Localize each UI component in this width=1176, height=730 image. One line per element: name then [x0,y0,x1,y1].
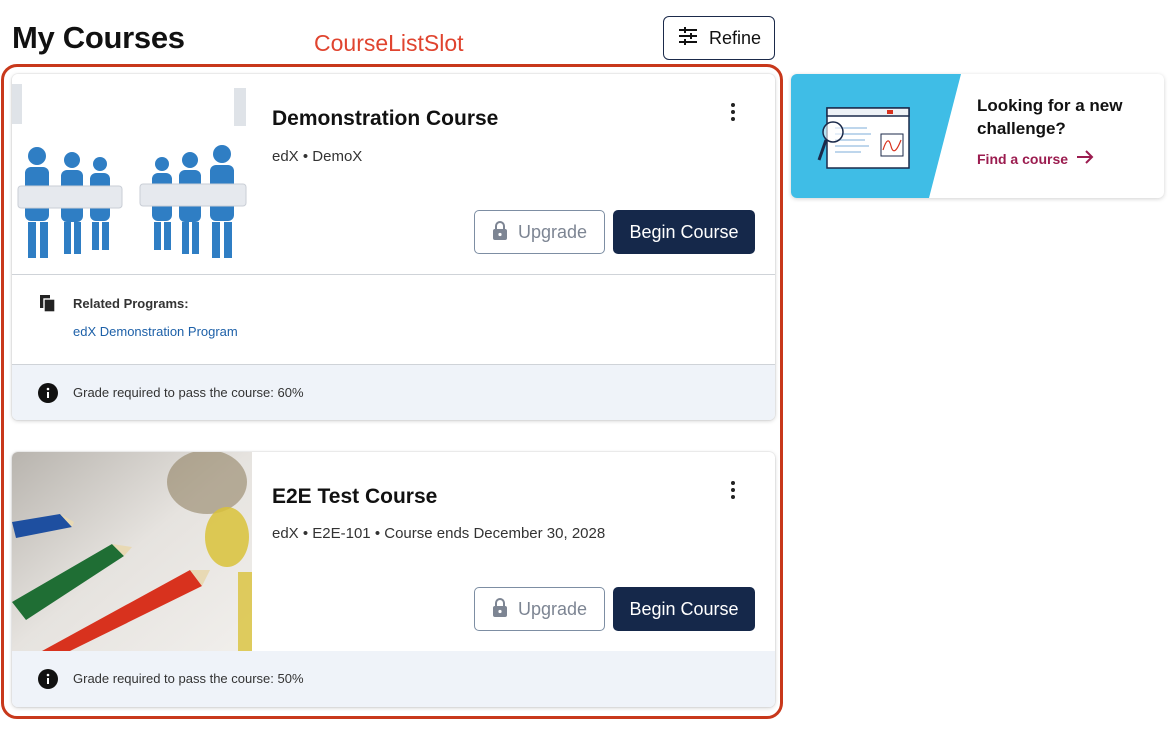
promo-illustration [791,74,961,198]
lock-icon [492,220,508,245]
course-meta: edX • E2E-101 • Course ends December 30,… [272,525,606,542]
upgrade-label: Upgrade [517,221,588,242]
begin-course-button[interactable]: Begin Course [613,587,755,631]
course-meta: edX • DemoX [272,148,363,165]
grade-text: Grade required to pass the course: 50% [73,671,304,686]
upgrade-button[interactable]: Upgrade [474,587,605,631]
refine-button[interactable]: Refine [663,16,775,60]
slot-label: CourseListSlot [314,30,464,56]
refine-label: Refine [708,27,762,48]
sliders-icon [677,26,699,51]
arrow-right-icon [1076,150,1094,167]
course-title[interactable]: E2E Test Course [272,485,437,509]
grade-text: Grade required to pass the course: 60% [73,385,304,400]
course-card: E2E Test Course edX • E2E-101 • Course e… [12,452,775,707]
begin-course-label: Begin Course [629,598,739,619]
info-icon [38,383,58,408]
info-icon [38,669,58,694]
course-title[interactable]: Demonstration Course [272,107,498,131]
course-image[interactable] [12,452,252,651]
more-vert-icon[interactable] [724,478,742,502]
begin-course-button[interactable]: Begin Course [613,210,755,254]
promo-title: Looking for a new challenge? [977,96,1123,138]
page-title: My Courses [12,20,185,55]
begin-course-label: Begin Course [629,221,739,242]
grade-banner: Grade required to pass the course: 50% [12,651,775,707]
related-programs-heading: Related Programs: [73,296,189,311]
more-vert-icon[interactable] [724,100,742,124]
course-image[interactable] [12,74,252,274]
course-card: Demonstration Course edX • DemoX Upgrade… [12,74,775,420]
related-program-link[interactable]: edX Demonstration Program [73,324,238,339]
find-course-label: Find a course [977,150,1069,167]
copy-doc-icon [40,295,56,318]
find-course-link[interactable]: Find a course [977,150,1094,167]
find-course-promo: Looking for a new challenge? Find a cour… [791,74,1164,198]
grade-banner: Grade required to pass the course: 60% [12,364,775,420]
lock-icon [492,597,508,622]
upgrade-label: Upgrade [517,598,588,619]
upgrade-button[interactable]: Upgrade [474,210,605,254]
related-programs: Related Programs: edX Demonstration Prog… [12,275,775,364]
